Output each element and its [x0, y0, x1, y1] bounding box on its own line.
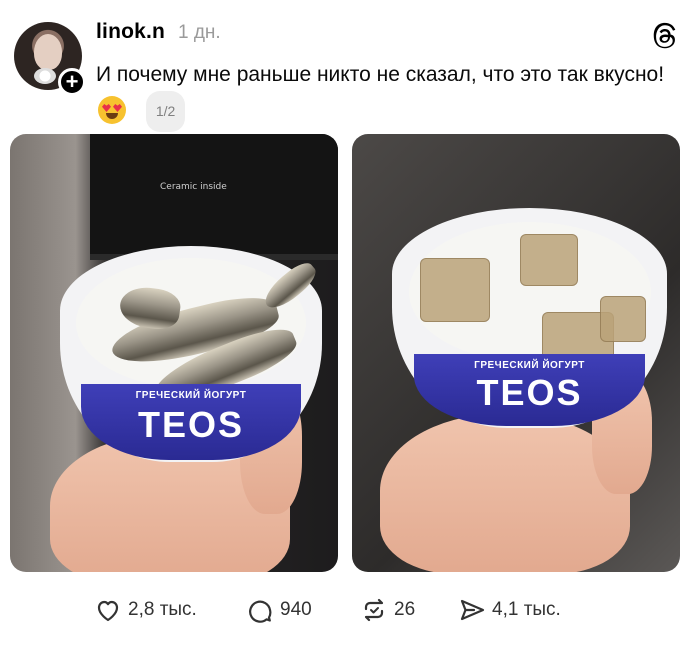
- heart-icon: [97, 600, 119, 622]
- like-button[interactable]: 2,8 тыс.: [94, 596, 197, 624]
- yogurt-cup: ГРЕЧЕСКИЙ ЙОГУРТ TEOS: [392, 208, 667, 428]
- repost-button[interactable]: 26: [360, 596, 415, 624]
- share-count: 4,1 тыс.: [492, 599, 561, 620]
- cup-subtitle: ГРЕЧЕСКИЙ ЙОГУРТ: [135, 390, 247, 401]
- like-count: 2,8 тыс.: [128, 599, 197, 620]
- yogurt-cup: ГРЕЧЕСКИЙ ЙОГУРТ TEOS: [60, 246, 322, 462]
- post-image-1[interactable]: Ceramic inside ГРЕЧЕСКИЙ ЙОГУРТ TEOS: [10, 134, 338, 572]
- comment-button[interactable]: 940: [246, 596, 312, 624]
- avatar-face: [34, 34, 62, 70]
- comment-icon: [249, 600, 272, 623]
- repost-icon: [364, 598, 384, 622]
- post-image-2[interactable]: ГРЕЧЕСКИЙ ЙОГУРТ TEOS: [352, 134, 680, 572]
- oven-label: Ceramic inside: [160, 182, 227, 192]
- post-text-body: И почему мне раньше никто не сказал, что…: [96, 63, 665, 86]
- threads-logo-icon[interactable]: [650, 21, 680, 51]
- oven-background: Ceramic inside: [90, 134, 338, 260]
- post-time: 1 дн.: [178, 22, 221, 43]
- image-pager: 1/2: [145, 91, 186, 132]
- heart-eyes-emoji-icon: [98, 96, 126, 124]
- cup-brand: TEOS: [137, 404, 244, 445]
- aspic-cube: [520, 234, 578, 286]
- aspic-cube: [420, 258, 490, 322]
- follow-plus-icon[interactable]: +: [58, 68, 86, 96]
- post-actions: 2,8 тыс. 940 26 4,1 тыс.: [0, 596, 700, 626]
- comment-count: 940: [280, 599, 312, 620]
- username[interactable]: linok.n: [96, 20, 165, 44]
- aspic-cube: [600, 296, 646, 342]
- cup-brand: TEOS: [476, 372, 583, 413]
- repost-count: 26: [394, 599, 416, 620]
- send-icon: [460, 599, 485, 621]
- post-text: И почему мне раньше никто не сказал, что…: [96, 58, 686, 132]
- share-button[interactable]: 4,1 тыс.: [458, 596, 561, 624]
- cup-subtitle: ГРЕЧЕСКИЙ ЙОГУРТ: [474, 360, 585, 371]
- avatar-flower: [34, 68, 56, 84]
